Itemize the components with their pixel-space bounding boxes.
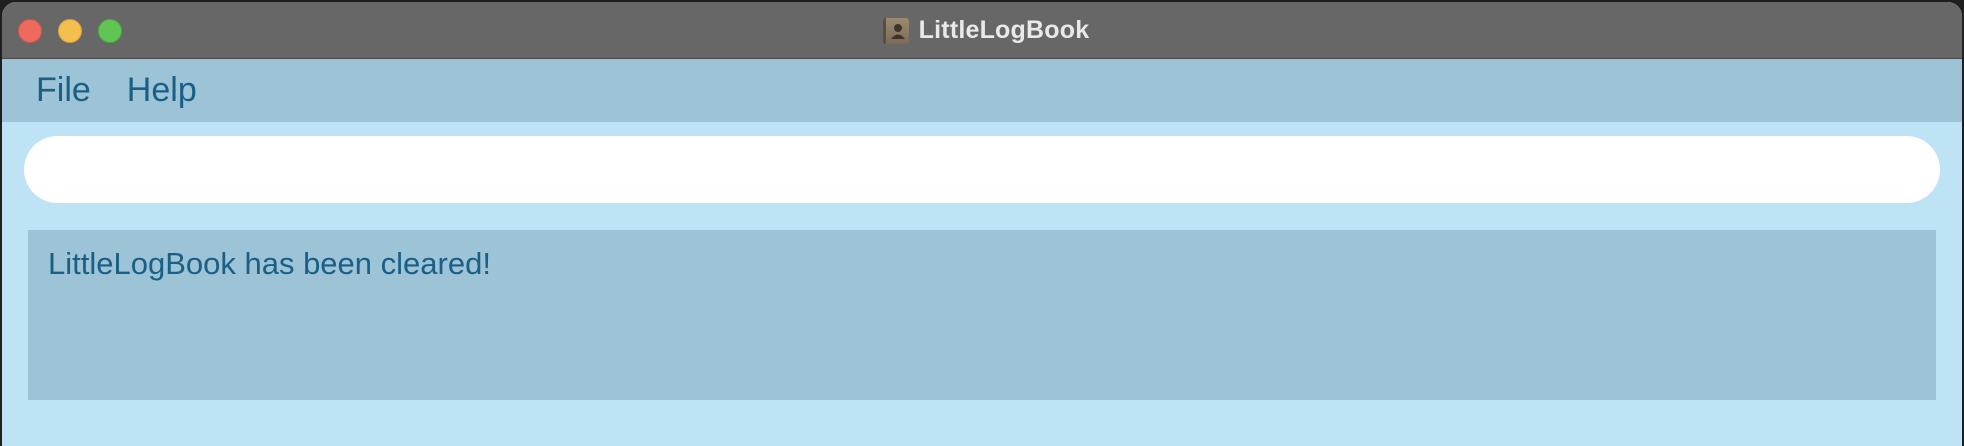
menu-file[interactable]: File	[36, 71, 91, 110]
result-message: LittleLogBook has been cleared!	[48, 246, 491, 281]
command-input[interactable]	[24, 136, 1940, 203]
title-group: LittleLogBook	[2, 2, 1962, 59]
address-book-icon	[882, 17, 909, 44]
window-title: LittleLogBook	[918, 16, 1090, 44]
result-display: LittleLogBook has been cleared!	[28, 230, 1936, 400]
menu-help[interactable]: Help	[127, 71, 197, 110]
title-bar[interactable]: LittleLogBook	[2, 2, 1962, 59]
app-window: LittleLogBook File Help LittleLogBook ha…	[2, 2, 1962, 446]
menu-bar: File Help	[2, 59, 1962, 122]
